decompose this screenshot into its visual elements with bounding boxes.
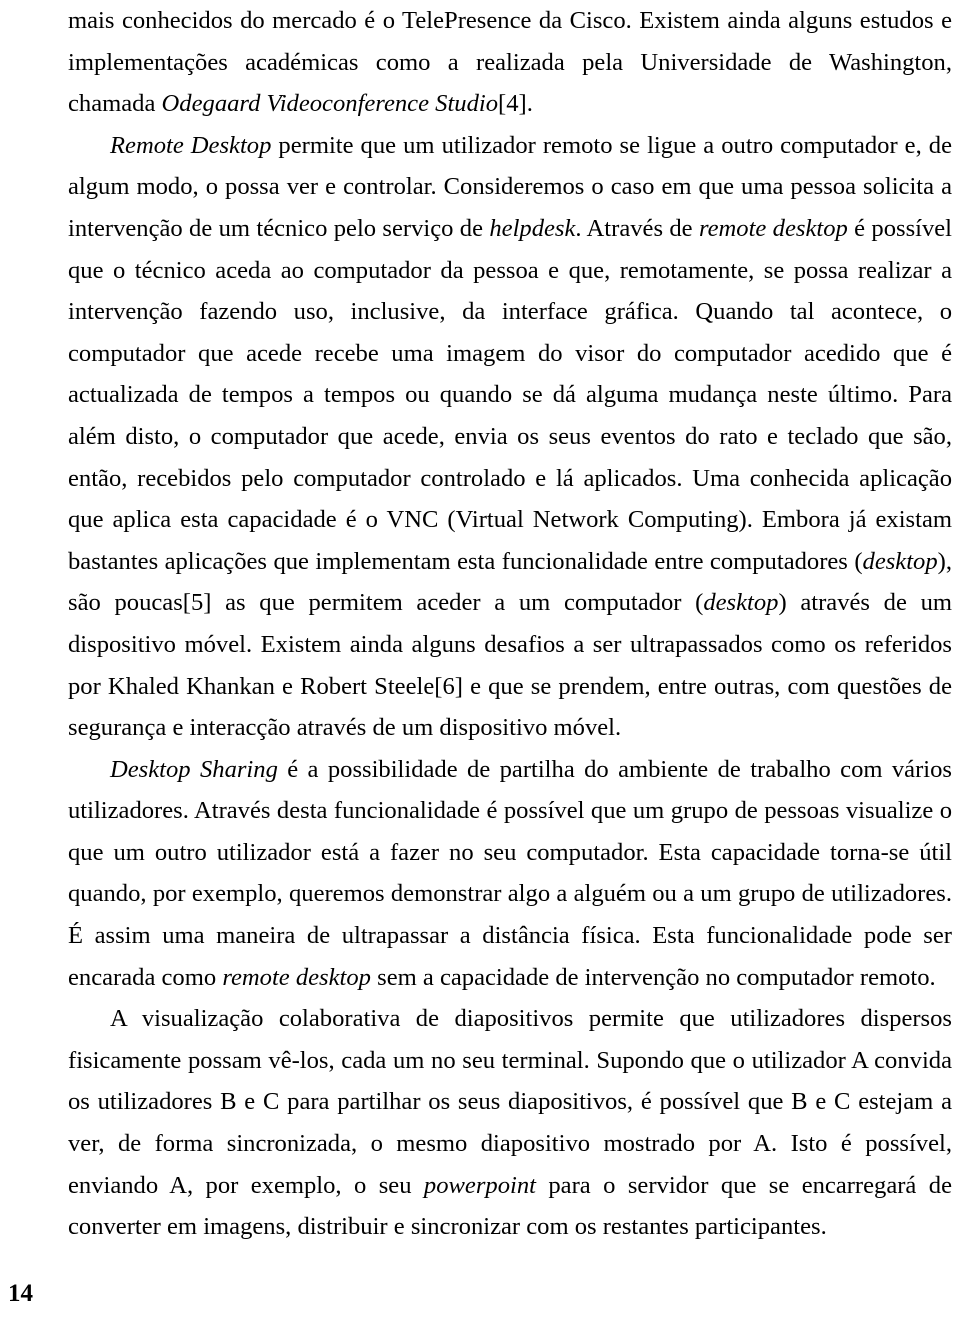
italic-term: helpdesk xyxy=(489,214,576,242)
italic-term: Odegaard Videoconference Studio xyxy=(161,90,499,118)
body-text: é possível que o técnico aceda ao comput… xyxy=(68,214,953,575)
paragraph: Remote Desktop permite que um utilizador… xyxy=(68,125,952,749)
italic-term: remote desktop xyxy=(222,963,371,991)
italic-term: desktop xyxy=(862,547,938,575)
body-text: [4]. xyxy=(498,90,533,118)
paragraph: Desktop Sharing é a possibilidade de par… xyxy=(68,749,952,999)
italic-term: desktop xyxy=(703,589,779,617)
paragraph: mais conhecidos do mercado é o TelePrese… xyxy=(68,0,952,125)
body-text: A visualização colaborativa de diapositi… xyxy=(68,1005,952,1199)
body-text: . Através de xyxy=(575,214,699,242)
page-number: 14 xyxy=(8,1280,33,1307)
body-text: sem a capacidade de intervenção no compu… xyxy=(370,963,936,991)
text-column: mais conhecidos do mercado é o TelePrese… xyxy=(68,0,952,1248)
paragraph: A visualização colaborativa de diapositi… xyxy=(68,998,952,1248)
document-page: mais conhecidos do mercado é o TelePrese… xyxy=(0,0,960,1322)
italic-term: Remote Desktop xyxy=(110,131,272,159)
italic-term: remote desktop xyxy=(698,214,848,242)
italic-term: powerpoint xyxy=(423,1171,536,1199)
italic-term: Desktop Sharing xyxy=(110,755,278,783)
body-text: é a possibilidade de partilha do ambient… xyxy=(68,755,952,991)
